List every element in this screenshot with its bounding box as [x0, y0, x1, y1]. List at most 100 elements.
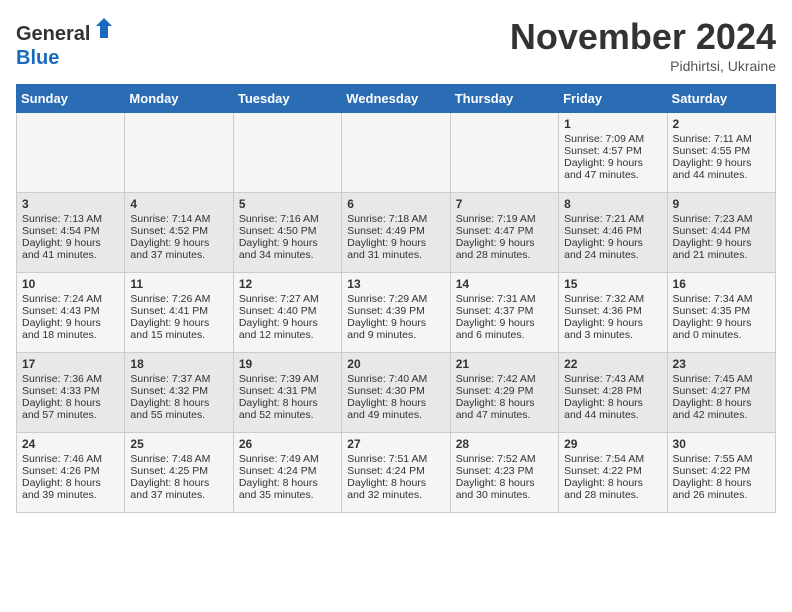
- calendar-cell: [125, 113, 233, 193]
- day-info: Sunrise: 7:26 AM: [130, 293, 227, 305]
- day-info: Sunset: 4:55 PM: [673, 145, 770, 157]
- day-info: Sunrise: 7:46 AM: [22, 453, 119, 465]
- calendar-cell: 20Sunrise: 7:40 AMSunset: 4:30 PMDayligh…: [342, 353, 450, 433]
- day-number: 10: [22, 277, 119, 291]
- calendar-cell: 19Sunrise: 7:39 AMSunset: 4:31 PMDayligh…: [233, 353, 341, 433]
- day-number: 25: [130, 437, 227, 451]
- day-number: 2: [673, 117, 770, 131]
- day-info: Sunrise: 7:36 AM: [22, 373, 119, 385]
- day-info: Daylight: 9 hours and 18 minutes.: [22, 317, 119, 341]
- day-number: 11: [130, 277, 227, 291]
- day-info: Sunset: 4:35 PM: [673, 305, 770, 317]
- day-info: Daylight: 9 hours and 6 minutes.: [456, 317, 553, 341]
- day-number: 14: [456, 277, 553, 291]
- day-number: 9: [673, 197, 770, 211]
- calendar-cell: 21Sunrise: 7:42 AMSunset: 4:29 PMDayligh…: [450, 353, 558, 433]
- day-info: Sunset: 4:50 PM: [239, 225, 336, 237]
- day-info: Sunrise: 7:43 AM: [564, 373, 661, 385]
- day-info: Sunset: 4:28 PM: [564, 385, 661, 397]
- day-info: Sunrise: 7:13 AM: [22, 213, 119, 225]
- day-number: 3: [22, 197, 119, 211]
- weekday-header: Thursday: [450, 85, 558, 113]
- day-info: Sunrise: 7:34 AM: [673, 293, 770, 305]
- logo-general: General: [16, 23, 90, 45]
- day-info: Sunset: 4:31 PM: [239, 385, 336, 397]
- calendar-header-row: SundayMondayTuesdayWednesdayThursdayFrid…: [17, 85, 776, 113]
- day-info: Daylight: 9 hours and 31 minutes.: [347, 237, 444, 261]
- calendar-cell: 13Sunrise: 7:29 AMSunset: 4:39 PMDayligh…: [342, 273, 450, 353]
- calendar-cell: 11Sunrise: 7:26 AMSunset: 4:41 PMDayligh…: [125, 273, 233, 353]
- day-info: Sunrise: 7:09 AM: [564, 133, 661, 145]
- day-info: Sunrise: 7:11 AM: [673, 133, 770, 145]
- day-number: 20: [347, 357, 444, 371]
- calendar-cell: 17Sunrise: 7:36 AMSunset: 4:33 PMDayligh…: [17, 353, 125, 433]
- calendar-cell: 30Sunrise: 7:55 AMSunset: 4:22 PMDayligh…: [667, 433, 775, 513]
- day-info: Daylight: 8 hours and 39 minutes.: [22, 477, 119, 501]
- day-info: Daylight: 9 hours and 24 minutes.: [564, 237, 661, 261]
- day-info: Daylight: 9 hours and 34 minutes.: [239, 237, 336, 261]
- calendar-cell: [450, 113, 558, 193]
- day-number: 26: [239, 437, 336, 451]
- day-info: Sunset: 4:54 PM: [22, 225, 119, 237]
- day-number: 17: [22, 357, 119, 371]
- day-info: Sunset: 4:25 PM: [130, 465, 227, 477]
- day-info: Sunset: 4:43 PM: [22, 305, 119, 317]
- day-info: Daylight: 9 hours and 44 minutes.: [673, 157, 770, 181]
- calendar-cell: 23Sunrise: 7:45 AMSunset: 4:27 PMDayligh…: [667, 353, 775, 433]
- calendar-week-row: 3Sunrise: 7:13 AMSunset: 4:54 PMDaylight…: [17, 193, 776, 273]
- day-info: Sunset: 4:27 PM: [673, 385, 770, 397]
- weekday-header: Saturday: [667, 85, 775, 113]
- calendar-cell: 29Sunrise: 7:54 AMSunset: 4:22 PMDayligh…: [559, 433, 667, 513]
- day-info: Sunrise: 7:27 AM: [239, 293, 336, 305]
- day-number: 4: [130, 197, 227, 211]
- calendar-week-row: 1Sunrise: 7:09 AMSunset: 4:57 PMDaylight…: [17, 113, 776, 193]
- weekday-header: Monday: [125, 85, 233, 113]
- calendar-cell: 4Sunrise: 7:14 AMSunset: 4:52 PMDaylight…: [125, 193, 233, 273]
- day-info: Sunset: 4:47 PM: [456, 225, 553, 237]
- day-info: Daylight: 8 hours and 57 minutes.: [22, 397, 119, 421]
- day-info: Sunrise: 7:48 AM: [130, 453, 227, 465]
- day-info: Sunset: 4:22 PM: [564, 465, 661, 477]
- day-info: Daylight: 8 hours and 55 minutes.: [130, 397, 227, 421]
- calendar-cell: 15Sunrise: 7:32 AMSunset: 4:36 PMDayligh…: [559, 273, 667, 353]
- calendar-cell: [233, 113, 341, 193]
- day-number: 30: [673, 437, 770, 451]
- day-info: Sunset: 4:57 PM: [564, 145, 661, 157]
- day-number: 21: [456, 357, 553, 371]
- day-info: Daylight: 8 hours and 26 minutes.: [673, 477, 770, 501]
- calendar-cell: 25Sunrise: 7:48 AMSunset: 4:25 PMDayligh…: [125, 433, 233, 513]
- day-number: 27: [347, 437, 444, 451]
- day-info: Sunset: 4:30 PM: [347, 385, 444, 397]
- calendar-cell: 9Sunrise: 7:23 AMSunset: 4:44 PMDaylight…: [667, 193, 775, 273]
- logo: General Blue: [16, 16, 116, 70]
- location-subtitle: Pidhirtsi, Ukraine: [510, 58, 776, 74]
- day-info: Sunset: 4:39 PM: [347, 305, 444, 317]
- day-number: 18: [130, 357, 227, 371]
- day-info: Daylight: 8 hours and 32 minutes.: [347, 477, 444, 501]
- calendar-cell: [342, 113, 450, 193]
- day-info: Daylight: 8 hours and 30 minutes.: [456, 477, 553, 501]
- day-number: 16: [673, 277, 770, 291]
- calendar-cell: 12Sunrise: 7:27 AMSunset: 4:40 PMDayligh…: [233, 273, 341, 353]
- calendar-cell: 3 Sunrise: 7:13 AMSunset: 4:54 PMDaylight…: [17, 193, 125, 273]
- day-number: 7: [456, 197, 553, 211]
- day-info: Sunrise: 7:16 AM: [239, 213, 336, 225]
- calendar-cell: [17, 113, 125, 193]
- calendar-cell: 24Sunrise: 7:46 AMSunset: 4:26 PMDayligh…: [17, 433, 125, 513]
- day-number: 24: [22, 437, 119, 451]
- day-info: Sunset: 4:24 PM: [239, 465, 336, 477]
- day-info: Sunrise: 7:21 AM: [564, 213, 661, 225]
- calendar-table: SundayMondayTuesdayWednesdayThursdayFrid…: [16, 84, 776, 513]
- day-info: Daylight: 9 hours and 37 minutes.: [130, 237, 227, 261]
- day-number: 29: [564, 437, 661, 451]
- day-info: Daylight: 9 hours and 41 minutes.: [22, 237, 119, 261]
- calendar-cell: 26Sunrise: 7:49 AMSunset: 4:24 PMDayligh…: [233, 433, 341, 513]
- weekday-header: Wednesday: [342, 85, 450, 113]
- day-info: Sunrise: 7:40 AM: [347, 373, 444, 385]
- day-info: Sunrise: 7:31 AM: [456, 293, 553, 305]
- calendar-cell: 28Sunrise: 7:52 AMSunset: 4:23 PMDayligh…: [450, 433, 558, 513]
- calendar-body: 1Sunrise: 7:09 AMSunset: 4:57 PMDaylight…: [17, 113, 776, 513]
- calendar-cell: 10Sunrise: 7:24 AMSunset: 4:43 PMDayligh…: [17, 273, 125, 353]
- day-number: 15: [564, 277, 661, 291]
- day-info: Daylight: 9 hours and 0 minutes.: [673, 317, 770, 341]
